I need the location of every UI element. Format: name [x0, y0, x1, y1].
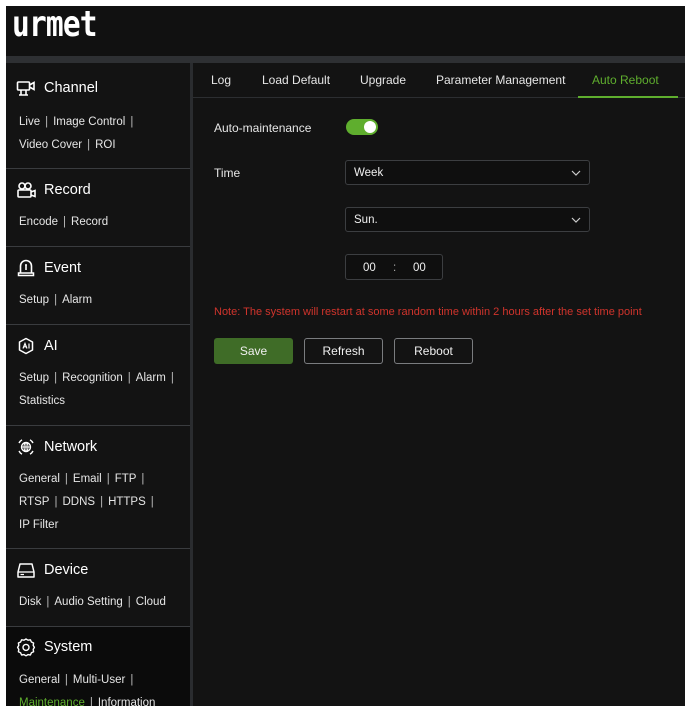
link-statistics[interactable]: Statistics — [19, 395, 65, 407]
sidebar-heading-record[interactable]: Record — [16, 180, 91, 200]
sidebar-section-record: Record Encode | Record — [6, 169, 190, 246]
link-roi[interactable]: ROI — [95, 139, 115, 151]
link-ai-setup[interactable]: Setup — [19, 372, 49, 384]
active-tab-indicator — [578, 96, 678, 98]
sidebar-heading-ai[interactable]: AI — [16, 336, 58, 356]
header-separator — [6, 56, 685, 63]
time-label: Time — [214, 166, 241, 180]
link-video-cover[interactable]: Video Cover — [19, 139, 82, 151]
minute-field[interactable]: 00 — [413, 262, 426, 274]
link-recognition[interactable]: Recognition — [62, 372, 123, 384]
device-links: Disk | Audio Setting | Cloud — [19, 596, 166, 608]
save-button[interactable]: Save — [214, 338, 293, 364]
event-icon — [16, 258, 36, 278]
time-input[interactable]: 00 : 00 — [345, 254, 443, 280]
sidebar-section-network: Network General | Email | FTP | RTSP | DDNS | HTT… — [6, 426, 190, 548]
channel-icon — [16, 78, 36, 98]
sidebar-section-ai: AI Setup | Recognition | Alarm | Statistics — [6, 325, 190, 425]
link-image-control[interactable]: Image Control — [53, 116, 125, 128]
top-bar: urmet — [6, 6, 685, 56]
system-icon — [16, 637, 36, 657]
auto-maintenance-toggle[interactable] — [346, 119, 378, 135]
chevron-down-icon — [571, 217, 581, 223]
main-panel: Log Load Default Upgrade Parameter Manag… — [193, 63, 685, 706]
link-event-setup[interactable]: Setup — [19, 294, 49, 306]
link-ai-alarm[interactable]: Alarm — [136, 372, 166, 384]
tab-upgrade[interactable]: Upgrade — [360, 73, 406, 87]
link-https[interactable]: HTTPS — [108, 496, 146, 508]
hour-field[interactable]: 00 — [363, 262, 376, 274]
ai-links: Setup | Recognition | Alarm | Statistics — [19, 372, 174, 407]
sidebar-section-event: Event Setup | Alarm — [6, 247, 190, 324]
ai-icon — [16, 336, 36, 356]
time-separator: : — [393, 262, 397, 274]
event-links: Setup | Alarm — [19, 294, 93, 306]
tab-auto-reboot[interactable]: Auto Reboot — [592, 73, 659, 87]
sidebar-heading-channel[interactable]: Channel — [16, 78, 98, 98]
tab-parameter-management[interactable]: Parameter Management — [436, 73, 565, 87]
channel-links: Live | Image Control | Video Cover | ROI — [19, 116, 134, 151]
day-select-value: Sun. — [354, 214, 378, 226]
restart-note: Note: The system will restart at some ra… — [214, 306, 642, 318]
link-rtsp[interactable]: RTSP — [19, 496, 49, 508]
urmet-logo: urmet — [12, 6, 98, 45]
sidebar-title-event: Event — [44, 260, 82, 276]
link-multi-user[interactable]: Multi-User — [73, 674, 125, 686]
day-select[interactable]: Sun. — [345, 207, 590, 232]
network-icon — [16, 437, 36, 457]
sidebar-section-system: System General | Multi-User | Maintenance | I… — [6, 627, 190, 706]
record-links: Encode | Record — [19, 216, 109, 228]
period-select[interactable]: Week — [345, 160, 590, 185]
link-disk[interactable]: Disk — [19, 596, 41, 608]
sidebar: Channel Live | Image Control | Video Cover |… — [6, 63, 190, 706]
sidebar-title-channel: Channel — [44, 80, 99, 96]
link-maintenance[interactable]: Maintenance — [19, 697, 85, 706]
tab-log[interactable]: Log — [211, 73, 231, 87]
system-links: General | Multi-User | Maintenance | Informat… — [19, 669, 155, 706]
link-email[interactable]: Email — [73, 473, 102, 485]
sidebar-title-ai: AI — [44, 338, 58, 354]
link-ddns[interactable]: DDNS — [62, 496, 95, 508]
chevron-down-icon — [571, 170, 581, 176]
refresh-button[interactable]: Refresh — [304, 338, 383, 364]
link-system-general[interactable]: General — [19, 674, 60, 686]
sidebar-title-system: System — [44, 639, 93, 655]
link-cloud[interactable]: Cloud — [136, 596, 166, 608]
sidebar-heading-device[interactable]: Device — [16, 560, 88, 580]
link-record[interactable]: Record — [71, 216, 108, 228]
link-ftp[interactable]: FTP — [115, 473, 137, 485]
sidebar-heading-system[interactable]: System — [16, 637, 92, 657]
period-select-value: Week — [354, 167, 384, 179]
sidebar-heading-event[interactable]: Event — [16, 258, 81, 278]
sidebar-section-channel: Channel Live | Image Control | Video Cover |… — [6, 63, 190, 168]
auto-maintenance-label: Auto-maintenance — [214, 121, 312, 135]
sidebar-title-device: Device — [44, 562, 89, 578]
sidebar-heading-network[interactable]: Network — [16, 437, 97, 457]
link-encode[interactable]: Encode — [19, 216, 58, 228]
link-audio-setting[interactable]: Audio Setting — [54, 596, 122, 608]
network-links: General | Email | FTP | RTSP | DDNS | HTTPS | IP F… — [19, 473, 154, 531]
link-network-general[interactable]: General — [19, 473, 60, 485]
sidebar-title-record: Record — [44, 182, 91, 198]
link-event-alarm[interactable]: Alarm — [62, 294, 92, 306]
record-icon — [16, 180, 36, 200]
app-window: urmet Channel Live | Image Control | Video … — [6, 6, 685, 706]
tab-load-default[interactable]: Load Default — [262, 73, 330, 87]
sidebar-section-device: Device Disk | Audio Setting | Cloud — [6, 549, 190, 626]
link-ip-filter[interactable]: IP Filter — [19, 519, 58, 531]
device-icon — [16, 560, 36, 580]
link-information[interactable]: Information — [98, 697, 156, 706]
sidebar-title-network: Network — [44, 439, 98, 455]
tab-bar: Log Load Default Upgrade Parameter Manag… — [193, 63, 685, 98]
link-live[interactable]: Live — [19, 116, 40, 128]
toggle-knob — [364, 121, 376, 133]
reboot-button[interactable]: Reboot — [394, 338, 473, 364]
